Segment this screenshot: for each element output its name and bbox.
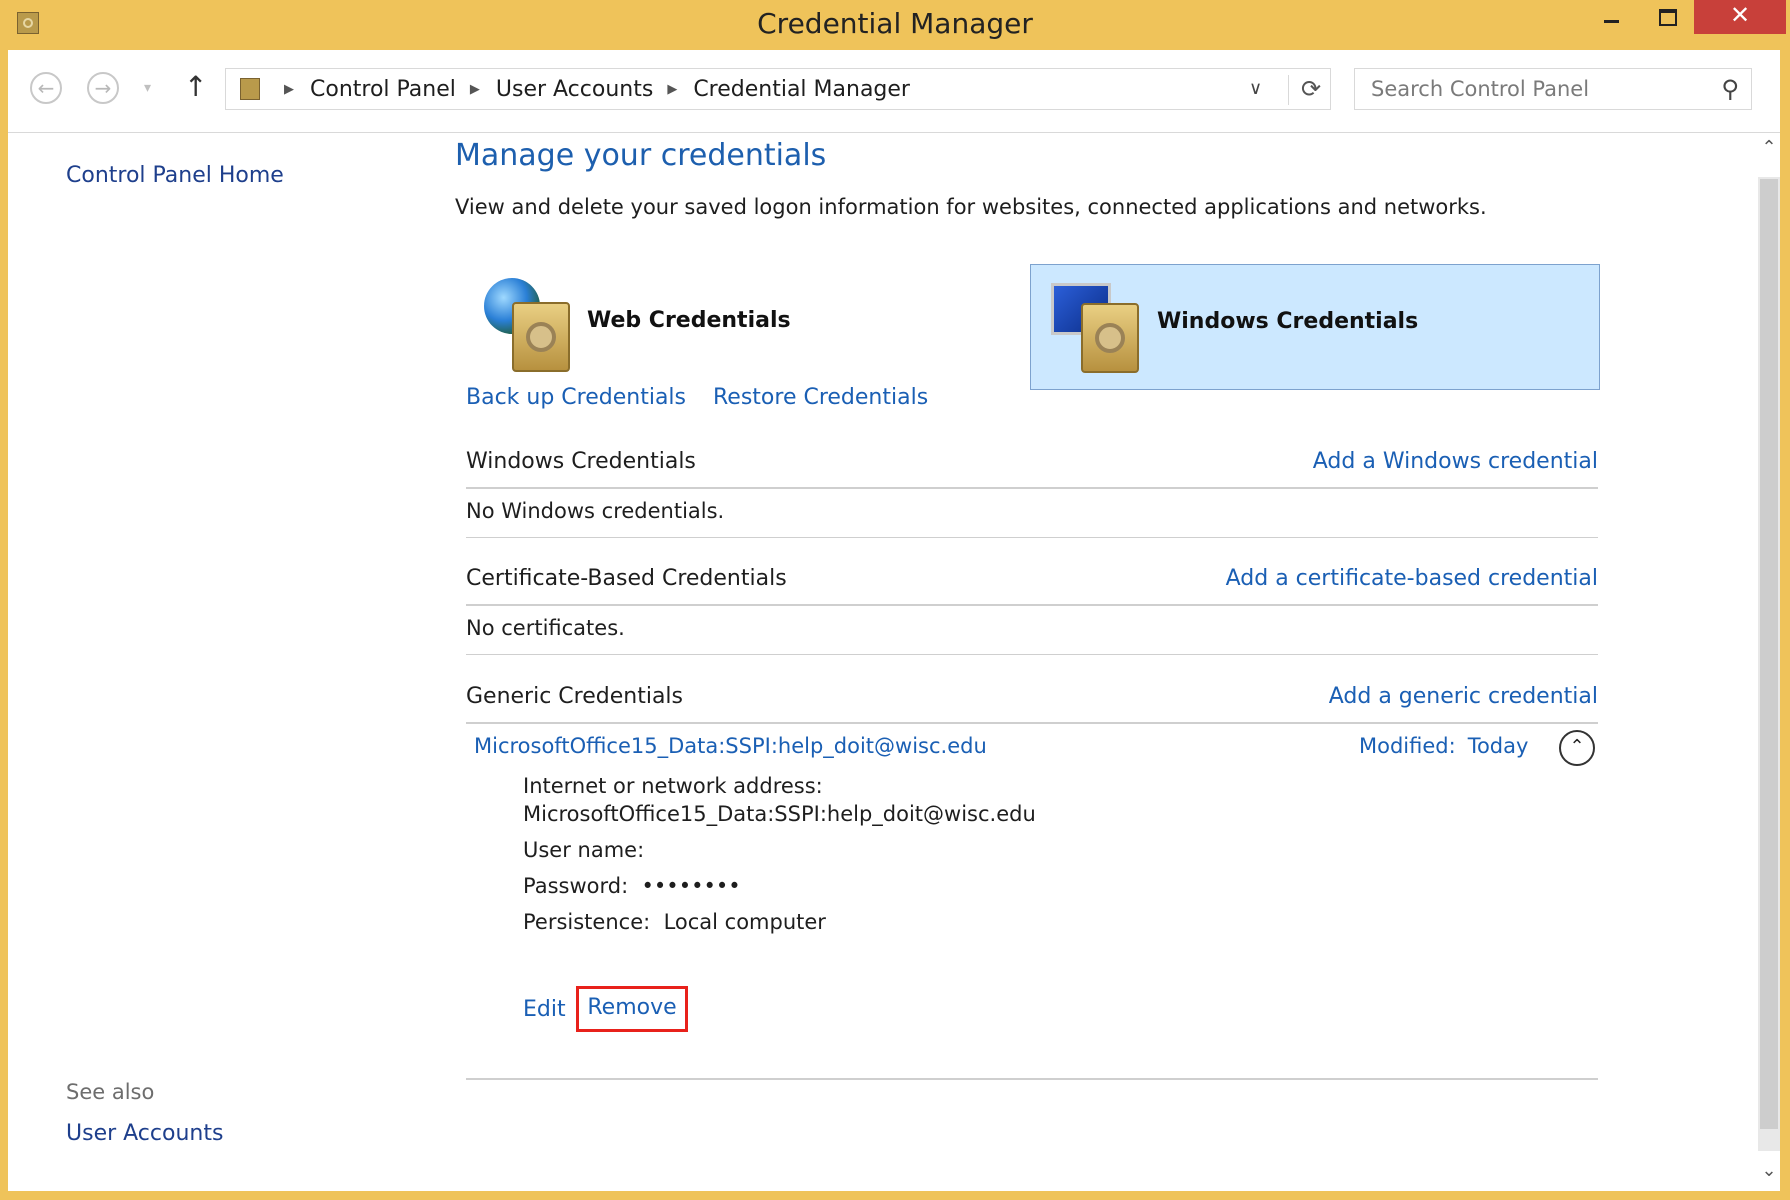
breadcrumb: ▶ Control Panel ▶ User Accounts ▶ Credential … [270, 77, 910, 102]
close-icon: ✕ [1729, 1, 1751, 29]
search-input[interactable]: Search Control Panel ⚲ [1354, 68, 1752, 110]
add-certificate-credential-link[interactable]: Add a certificate-based credential [1226, 566, 1598, 591]
password-label: Password: [523, 874, 629, 898]
restore-credentials-link[interactable]: Restore Credentials [713, 385, 928, 410]
see-also-label: See also [66, 1080, 155, 1104]
control-panel-home-link[interactable]: Control Panel Home [66, 163, 284, 188]
windows-credentials-tile[interactable]: Windows Credentials [1030, 264, 1600, 390]
address-value: MicrosoftOffice15_Data:SSPI:help_doit@wi… [523, 802, 1036, 826]
web-credentials-label: Web Credentials [587, 308, 791, 333]
credential-modified: Modified: Today [1359, 734, 1528, 758]
empty-message: No certificates. [466, 616, 625, 640]
address-bar[interactable]: ▶ Control Panel ▶ User Accounts ▶ Credential … [225, 68, 1331, 110]
section-body: No Windows credentials. [466, 489, 1598, 538]
chevron-up-icon: ⌃ [1569, 736, 1585, 757]
username-label: User name: [523, 838, 645, 862]
windows-credentials-label: Windows Credentials [1157, 309, 1419, 334]
back-arrow-icon: ← [37, 76, 55, 100]
breadcrumb-control-panel[interactable]: Control Panel [310, 77, 456, 102]
web-credentials-tile[interactable]: Web Credentials [474, 264, 1004, 390]
chevron-down-icon: ▾ [144, 80, 152, 96]
chevron-up-icon: ⌃ [1761, 137, 1777, 158]
vertical-scrollbar[interactable]: ⌃ ⌄ [1758, 133, 1780, 1191]
maximize-button[interactable] [1636, 0, 1698, 34]
minimize-button[interactable] [1580, 0, 1642, 34]
password-value: •••••••• [641, 874, 741, 898]
modified-value: Today [1467, 734, 1529, 758]
empty-message: No Windows credentials. [466, 499, 725, 523]
recent-locations-dropdown[interactable]: ▾ [144, 80, 151, 96]
section-title: Generic Credentials [466, 684, 684, 709]
generic-credential-row[interactable]: MicrosoftOffice15_Data:SSPI:help_doit@wi… [466, 724, 1598, 774]
address-dropdown-button[interactable]: ∨ [1249, 78, 1262, 99]
collapse-button[interactable]: ⌃ [1559, 730, 1595, 766]
search-placeholder: Search Control Panel [1371, 77, 1590, 101]
forward-button[interactable]: → [87, 72, 119, 104]
user-accounts-link[interactable]: User Accounts [66, 1121, 223, 1146]
breadcrumb-separator-icon[interactable]: ▶ [284, 82, 294, 97]
chevron-down-icon: ⌄ [1761, 1160, 1777, 1181]
title-bar: Credential Manager ✕ [0, 0, 1790, 50]
close-button[interactable]: ✕ [1694, 0, 1786, 34]
breadcrumb-separator-icon[interactable]: ▶ [667, 82, 677, 97]
refresh-button[interactable]: ⟳ [1288, 75, 1321, 105]
control-panel-icon [240, 78, 260, 100]
modified-label: Modified: [1359, 734, 1456, 758]
window-title: Credential Manager [757, 7, 1033, 40]
section-body: No certificates. [466, 606, 1598, 655]
credential-name[interactable]: MicrosoftOffice15_Data:SSPI:help_doit@wi… [474, 734, 987, 758]
section-header: Generic Credentials Add a generic creden… [466, 678, 1598, 724]
page-title: Manage your credentials [455, 138, 827, 173]
breadcrumb-credential-manager[interactable]: Credential Manager [693, 77, 910, 102]
back-up-credentials-link[interactable]: Back up Credentials [466, 385, 686, 410]
certificate-credentials-section: Certificate-Based Credentials Add a cert… [466, 560, 1598, 655]
chevron-down-icon: ∨ [1249, 78, 1263, 99]
section-header: Certificate-Based Credentials Add a cert… [466, 560, 1598, 606]
up-arrow-icon: ↑ [184, 70, 208, 103]
remove-credential-link[interactable]: Remove [576, 986, 688, 1032]
search-icon[interactable]: ⚲ [1721, 75, 1739, 103]
content-pane: Control Panel Home See also User Account… [8, 133, 1780, 1191]
persistence-value: Local computer [663, 910, 826, 934]
vault-icon [1081, 303, 1139, 373]
credential-actions: Back up Credentials Restore Credentials [466, 385, 948, 410]
breadcrumb-user-accounts[interactable]: User Accounts [496, 77, 653, 102]
page-description: View and delete your saved logon informa… [455, 195, 1487, 219]
generic-credentials-section: Generic Credentials Add a generic creden… [466, 678, 1598, 1080]
persistence-row: Persistence: Local computer [523, 910, 826, 934]
persistence-label: Persistence: [523, 910, 651, 934]
edit-credential-link[interactable]: Edit [523, 997, 566, 1022]
password-row: Password: •••••••• [523, 874, 741, 898]
add-windows-credential-link[interactable]: Add a Windows credential [1313, 449, 1598, 474]
windows-credentials-section: Windows Credentials Add a Windows creden… [466, 443, 1598, 538]
section-title: Certificate-Based Credentials [466, 566, 787, 591]
add-generic-credential-link[interactable]: Add a generic credential [1329, 684, 1598, 709]
up-button[interactable]: ↑ [184, 70, 207, 103]
navigation-bar: ← → ▾ ↑ ▶ Control Panel ▶ User Accounts ▶ Cre… [8, 50, 1780, 133]
address-label: Internet or network address: [523, 774, 823, 798]
breadcrumb-separator-icon[interactable]: ▶ [470, 82, 480, 97]
credential-details: Internet or network address: MicrosoftOf… [466, 774, 1598, 1080]
scroll-up-button[interactable]: ⌃ [1758, 133, 1780, 177]
back-button[interactable]: ← [30, 72, 62, 104]
section-header: Windows Credentials Add a Windows creden… [466, 443, 1598, 489]
credential-manager-window: Credential Manager ✕ ← → ▾ ↑ ▶ Control Pa… [0, 0, 1790, 1200]
scroll-down-button[interactable]: ⌄ [1758, 1151, 1780, 1191]
forward-arrow-icon: → [94, 76, 112, 100]
scroll-thumb[interactable] [1760, 179, 1778, 1129]
section-title: Windows Credentials [466, 449, 696, 474]
refresh-icon: ⟳ [1301, 75, 1322, 103]
vault-icon [512, 302, 570, 372]
